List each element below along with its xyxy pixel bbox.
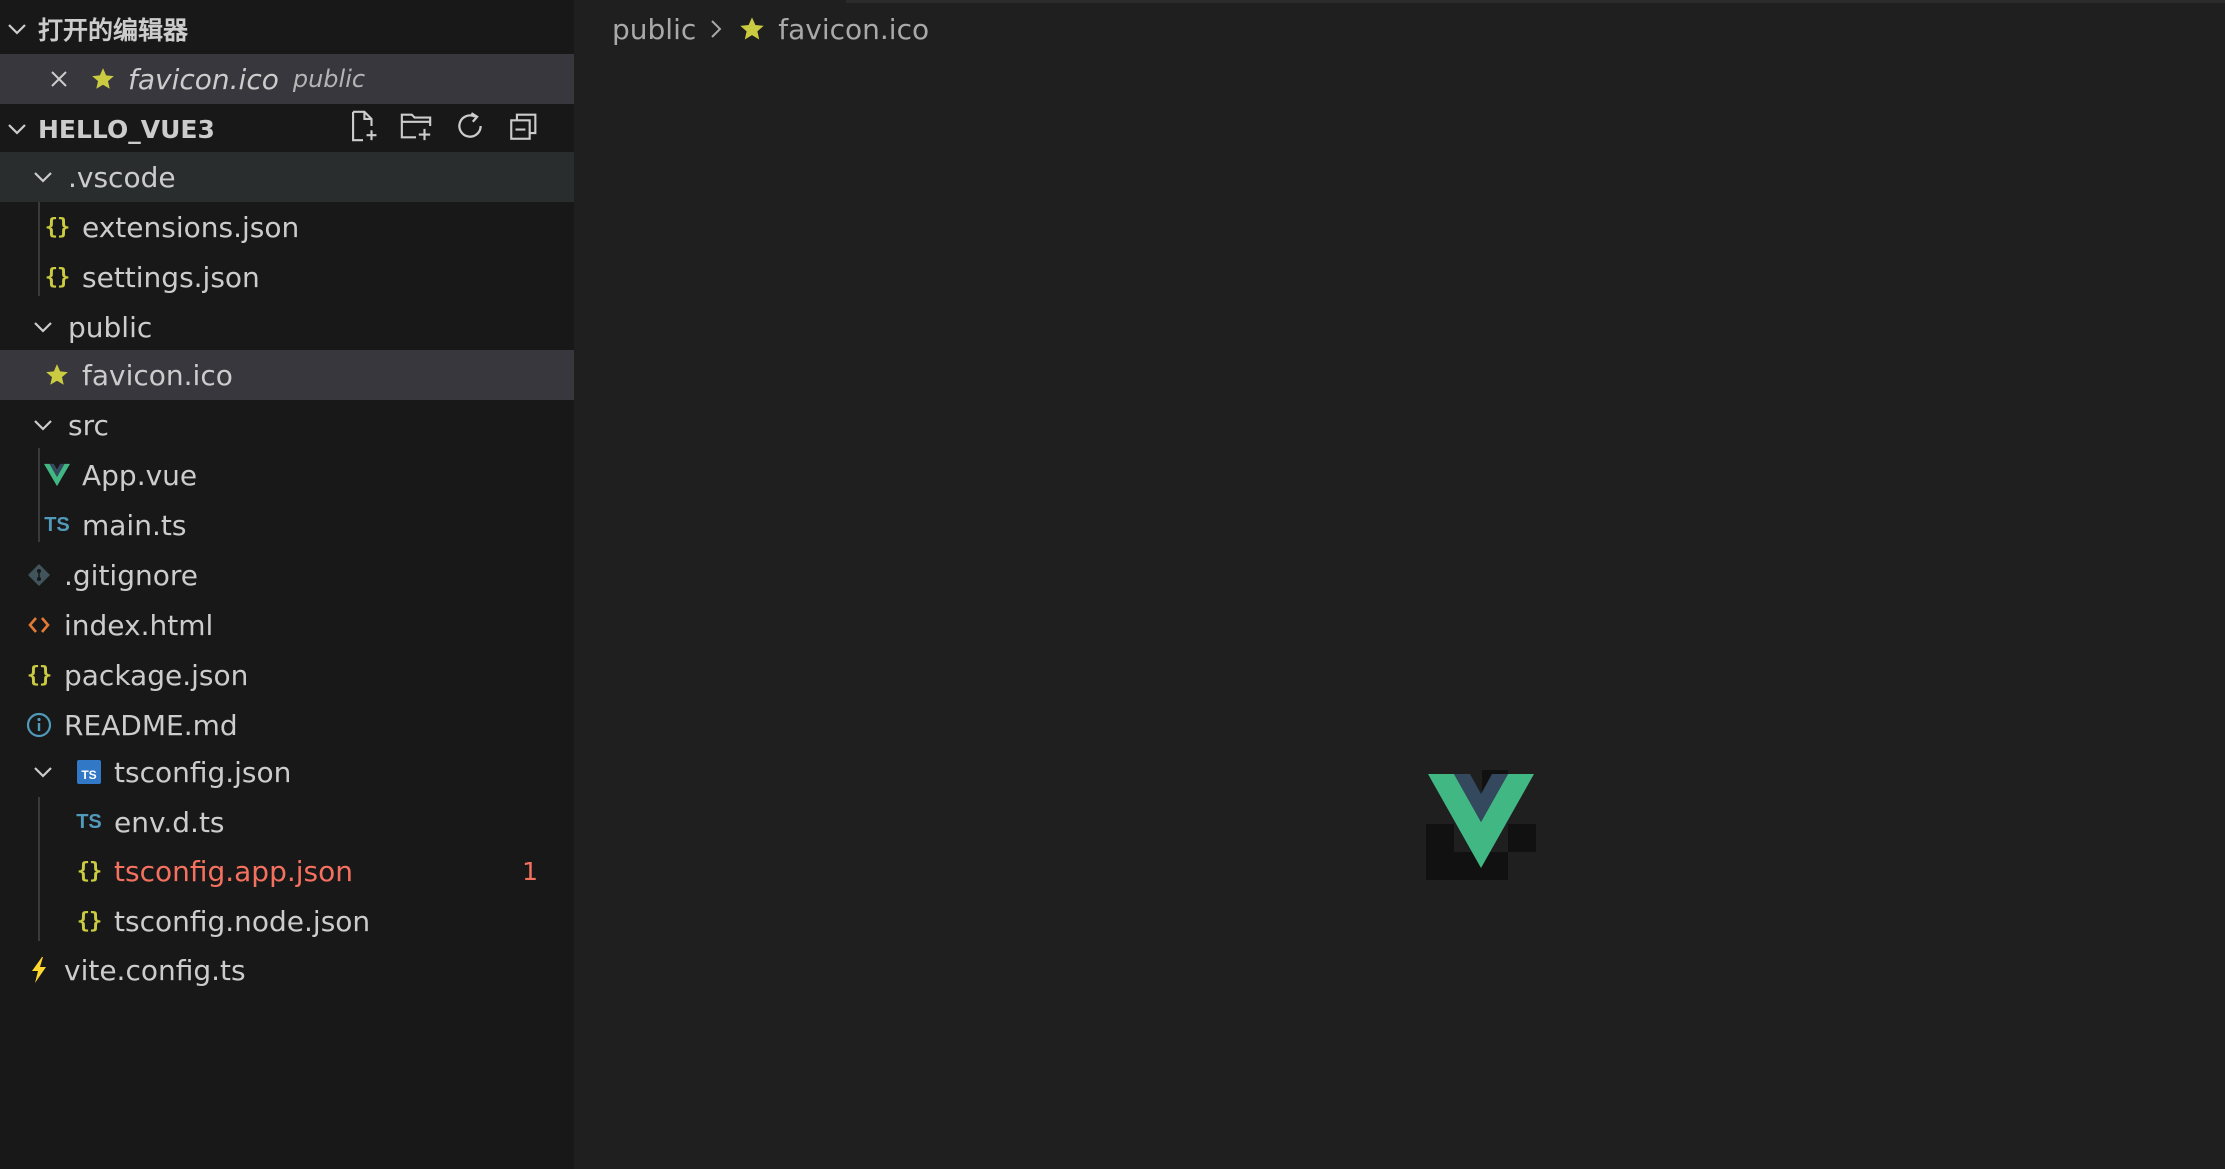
open-editors-header[interactable]: 打开的编辑器 (0, 4, 574, 54)
chevron-down-icon (4, 16, 30, 42)
json-file-icon: {} (44, 214, 71, 240)
breadcrumb-folder[interactable]: public (612, 13, 696, 46)
open-editor-item[interactable]: favicon.ico public (0, 54, 574, 104)
refresh-icon[interactable] (452, 108, 488, 144)
tree-item-label: settings.json (82, 260, 260, 294)
svg-text:TS: TS (81, 768, 96, 782)
new-file-icon[interactable] (345, 108, 381, 144)
chevron-down-icon (30, 412, 56, 438)
open-editors-title: 打开的编辑器 (38, 16, 189, 45)
html-file-icon (26, 610, 52, 640)
tree-item-label: main.ts (82, 508, 187, 542)
editor-area: public favicon.ico (574, 0, 2225, 1169)
tree-item-label: extensions.json (82, 210, 300, 244)
new-folder-icon[interactable] (398, 108, 434, 144)
tree-file-tsconfig-json[interactable]: TS tsconfig.json (0, 747, 574, 797)
tree-item-label: vite.config.ts (64, 953, 246, 987)
chevron-down-icon (4, 116, 30, 142)
star-icon (44, 360, 70, 390)
tree-item-label: .vscode (68, 160, 176, 194)
collapse-all-icon[interactable] (506, 108, 542, 144)
tree-item-label: tsconfig.app.json (114, 854, 353, 888)
star-icon (90, 64, 116, 94)
problem-count-badge: 1 (522, 856, 538, 886)
tree-file-tsconfig-app-json[interactable]: {} tsconfig.app.json 1 (0, 846, 574, 896)
tree-file-gitignore[interactable]: .gitignore (0, 550, 574, 600)
favicon-image-preview (1426, 770, 1536, 880)
tree-item-label: public (68, 310, 153, 344)
breadcrumb: public favicon.ico (612, 8, 929, 50)
json-file-icon: {} (26, 662, 53, 688)
tree-file-index-html[interactable]: index.html (0, 600, 574, 650)
star-icon (738, 15, 766, 43)
tsconfig-icon: TS (76, 757, 102, 787)
open-editor-filename: favicon.ico (128, 62, 279, 96)
chevron-right-icon (708, 18, 724, 40)
tree-folder-vscode[interactable]: .vscode (0, 152, 574, 202)
info-icon (26, 710, 52, 740)
tree-item-label: src (68, 408, 109, 442)
tree-file-app-vue[interactable]: App.vue (0, 450, 574, 500)
tree-folder-src[interactable]: src (0, 400, 574, 450)
tree-item-label: package.json (64, 658, 249, 692)
tree-file-settings-json[interactable]: {} settings.json (0, 252, 574, 302)
git-icon (26, 560, 52, 590)
open-editor-folder: public (292, 65, 366, 93)
tree-file-main-ts[interactable]: TS main.ts (0, 500, 574, 550)
json-file-icon: {} (44, 264, 71, 290)
tree-file-env-d-ts[interactable]: TS env.d.ts (0, 797, 574, 847)
tree-file-tsconfig-node-json[interactable]: {} tsconfig.node.json (0, 896, 574, 946)
chevron-down-icon (30, 164, 56, 190)
tree-item-label: index.html (64, 608, 214, 642)
ts-file-icon: TS (44, 513, 70, 536)
json-file-icon: {} (76, 858, 103, 884)
tree-file-readme[interactable]: README.md (0, 700, 574, 750)
tree-item-label: env.d.ts (114, 805, 225, 839)
chevron-down-icon (30, 314, 56, 340)
explorer-sidebar: 打开的编辑器 favicon.ico public HELLO_VUE3 .vs… (0, 0, 574, 1169)
vscode-window: 打开的编辑器 favicon.ico public HELLO_VUE3 .vs… (0, 0, 2225, 1169)
chevron-down-icon (30, 759, 56, 785)
tree-file-package-json[interactable]: {} package.json (0, 650, 574, 700)
breadcrumb-file[interactable]: favicon.ico (778, 13, 929, 46)
ts-file-icon: TS (76, 810, 102, 833)
tree-item-label: README.md (64, 708, 238, 742)
close-icon[interactable] (48, 68, 74, 90)
tab-bar-edge (846, 0, 2225, 3)
tree-item-label: tsconfig.node.json (114, 904, 371, 938)
vue-file-icon (44, 460, 70, 490)
lightning-icon (26, 955, 52, 985)
tree-item-label: .gitignore (64, 558, 198, 592)
tree-file-vite-config[interactable]: vite.config.ts (0, 945, 574, 995)
tree-item-label: favicon.ico (82, 358, 233, 392)
json-file-icon: {} (76, 908, 103, 934)
tree-file-favicon[interactable]: favicon.ico (0, 350, 574, 400)
tree-item-label: tsconfig.json (114, 755, 292, 789)
tree-folder-public[interactable]: public (0, 302, 574, 352)
project-title: HELLO_VUE3 (38, 114, 215, 144)
tree-file-extensions-json[interactable]: {} extensions.json (0, 202, 574, 252)
tree-item-label: App.vue (82, 458, 198, 492)
